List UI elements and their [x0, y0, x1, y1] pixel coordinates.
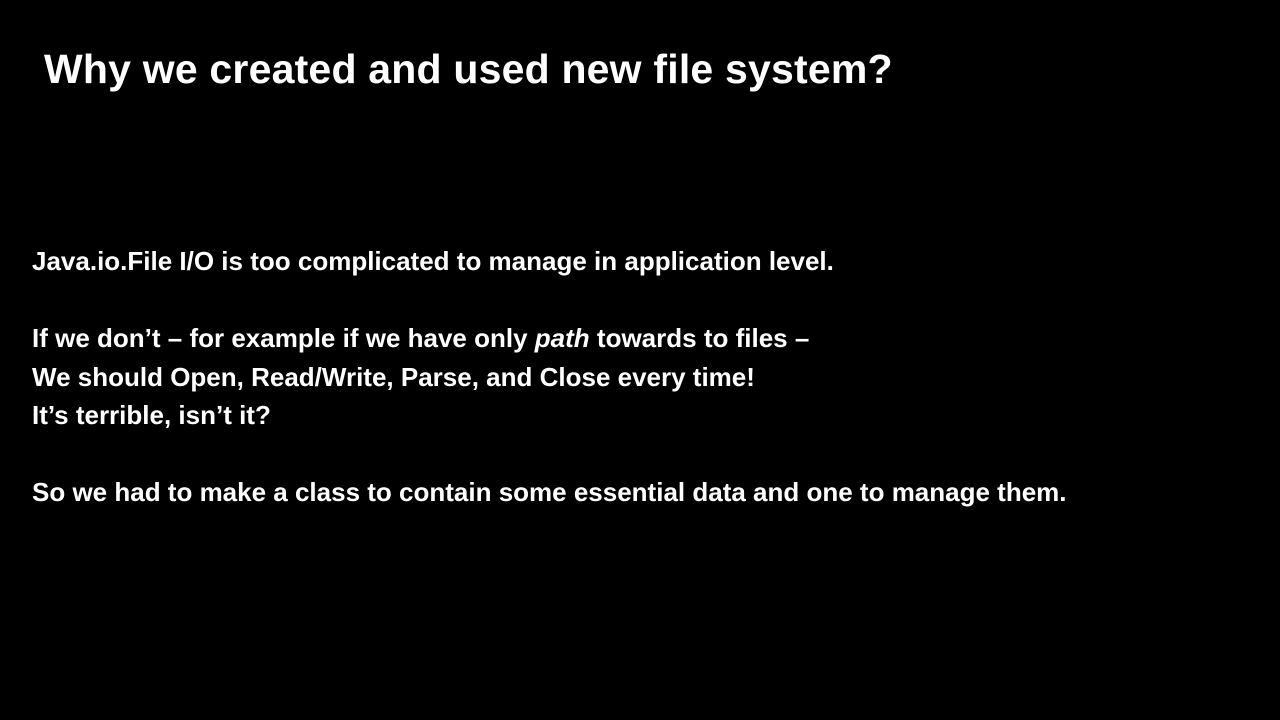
slide: Why we created and used new file system?…: [0, 0, 1280, 720]
paragraph-class-manage: So we had to make a class to contain som…: [32, 477, 1067, 507]
slide-body: Java.io.File I/O is too complicated to m…: [32, 242, 1067, 512]
paragraph-java-io: Java.io.File I/O is too complicated to m…: [32, 246, 834, 276]
paragraph-path-line: If we don’t – for example if we have onl…: [32, 319, 1067, 358]
path-line-after: towards to files –: [589, 323, 810, 353]
paragraph-open-read-write: We should Open, Read/Write, Parse, and C…: [32, 361, 755, 392]
slide-title: Why we created and used new file system?: [44, 46, 893, 92]
paragraph-terrible: It’s terrible, isn’t it?: [32, 400, 271, 430]
path-line-italic: path: [534, 323, 590, 353]
path-line-before: If we don’t – for example if we have onl…: [32, 323, 535, 353]
